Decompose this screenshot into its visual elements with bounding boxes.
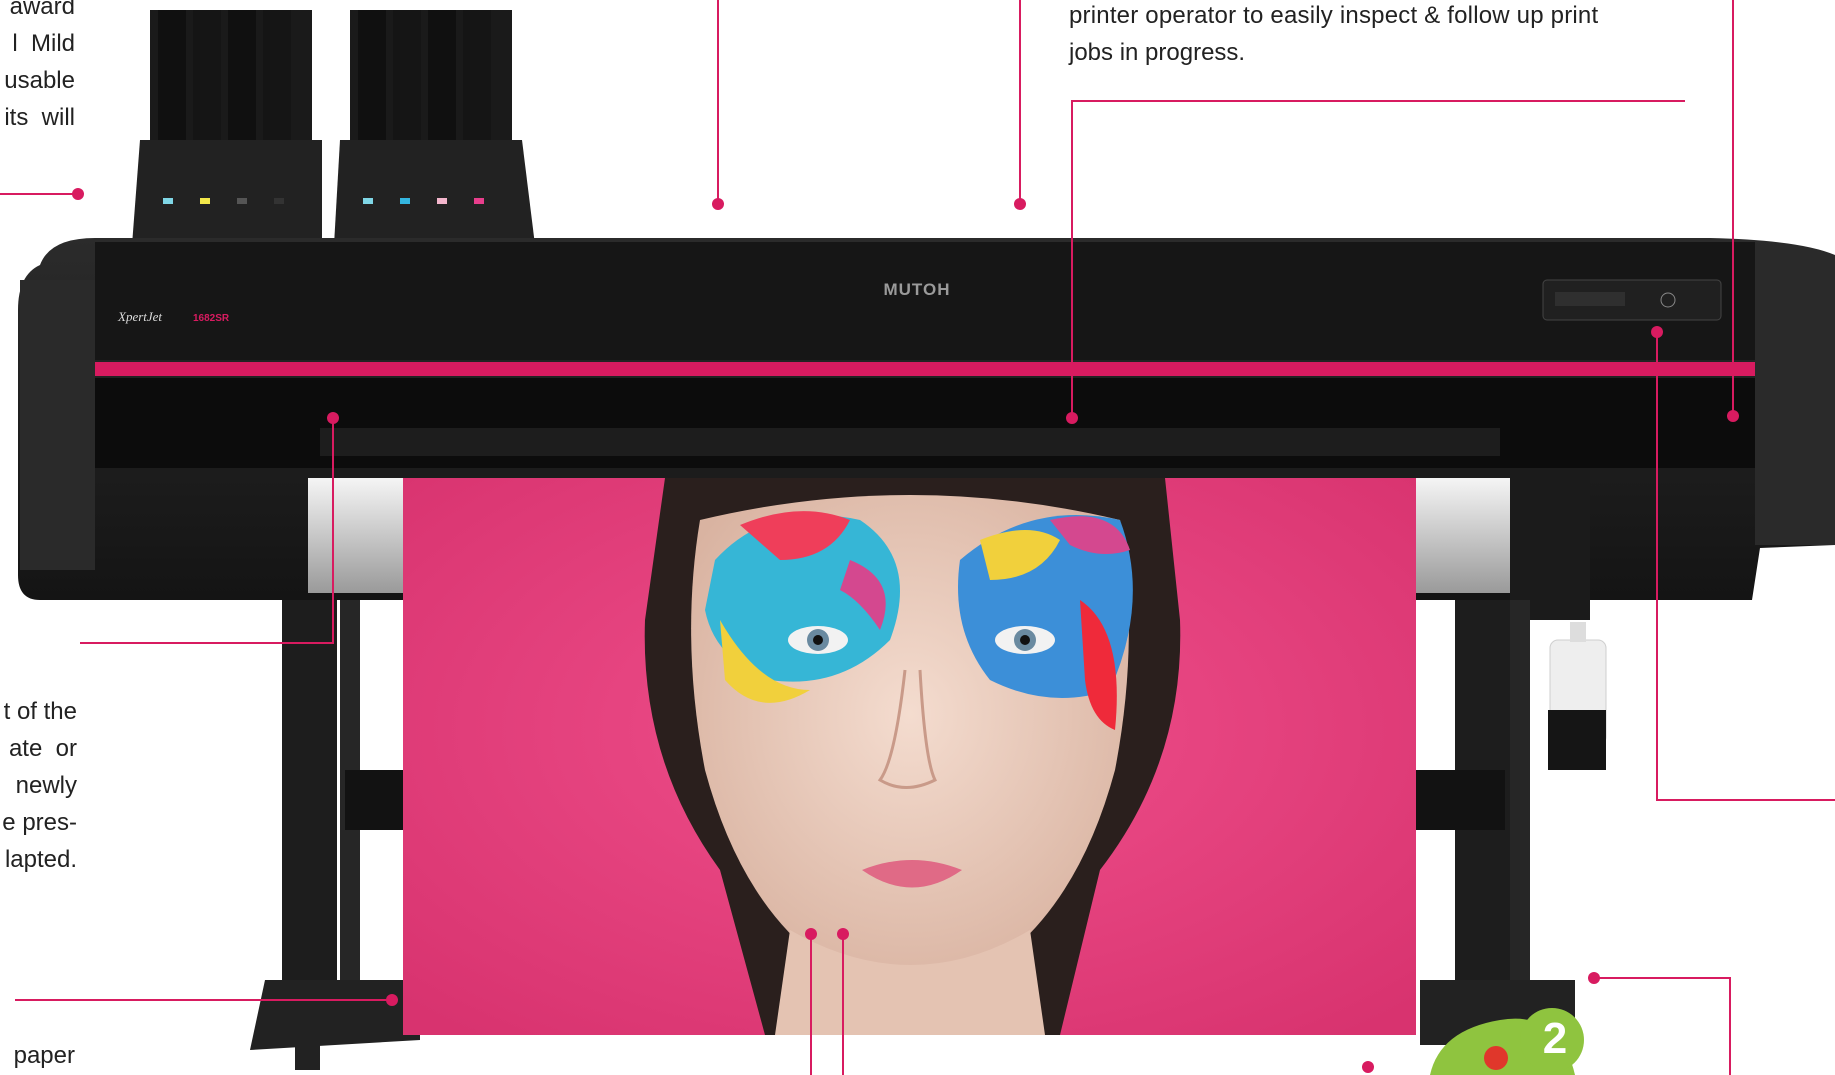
printer-illustration: MUTOH XpertJet 1682SR: [18, 10, 1835, 1075]
printed-banner: [403, 478, 1416, 1035]
ink-cartridge-rack-right: [334, 10, 535, 245]
waste-ink-bottle: [1548, 622, 1607, 770]
model-code: 1682SR: [193, 313, 230, 324]
control-panel: [1542, 279, 1722, 321]
left-roller: [308, 478, 418, 593]
model-logo: XpertJet: [117, 309, 162, 324]
badge-number: 2: [1542, 1014, 1568, 1063]
right-roller: [1400, 478, 1510, 593]
brand-logo: MUTOH: [883, 280, 950, 299]
ink-cartridge-rack-left: [132, 10, 322, 245]
